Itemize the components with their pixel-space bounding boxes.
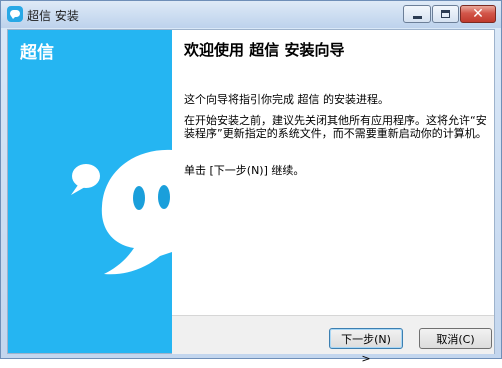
title-bar[interactable]: 超信 安装 ✕ — [1, 1, 501, 28]
app-chat-icon — [7, 6, 23, 22]
continue-hint-text: 单击 [下一步(N)] 继续。 — [184, 164, 305, 177]
installer-window: 超信 安装 ✕ 超信 欢迎使用 超信 安装向导 这个向导将指引你完成 超信 的安… — [0, 0, 502, 365]
minimize-icon — [413, 16, 422, 19]
next-button[interactable]: 下一步(N) > — [329, 328, 403, 365]
button-bar: 下一步(N) > 取消(C) — [172, 315, 494, 365]
mascot-illustration — [71, 149, 172, 275]
wizard-content: 欢迎使用 超信 安装向导 这个向导将指引你完成 超信 的安装进程。 在开始安装之… — [172, 30, 494, 315]
window-title: 超信 安装 — [27, 9, 79, 23]
close-icon: ✕ — [472, 6, 484, 22]
speech-bubble-icon — [71, 164, 100, 195]
advice-text: 在开始安装之前，建议先关闭其他所有应用程序。这将允许“安装程序”更新指定的系统文… — [184, 114, 487, 140]
maximize-icon — [441, 10, 450, 18]
page-heading: 欢迎使用 超信 安装向导 — [184, 41, 345, 59]
wizard-sidebar: 超信 — [8, 30, 172, 353]
client-area: 超信 欢迎使用 超信 安装向导 这个向导将指引你完成 超信 的安装进程。 在开始… — [7, 29, 495, 365]
mascot-face-icon — [101, 149, 172, 275]
close-button[interactable]: ✕ — [460, 5, 496, 23]
intro-text: 这个向导将指引你完成 超信 的安装进程。 — [184, 93, 389, 106]
maximize-button[interactable] — [432, 5, 459, 23]
minimize-button[interactable] — [403, 5, 431, 23]
cancel-button[interactable]: 取消(C) — [419, 328, 492, 349]
